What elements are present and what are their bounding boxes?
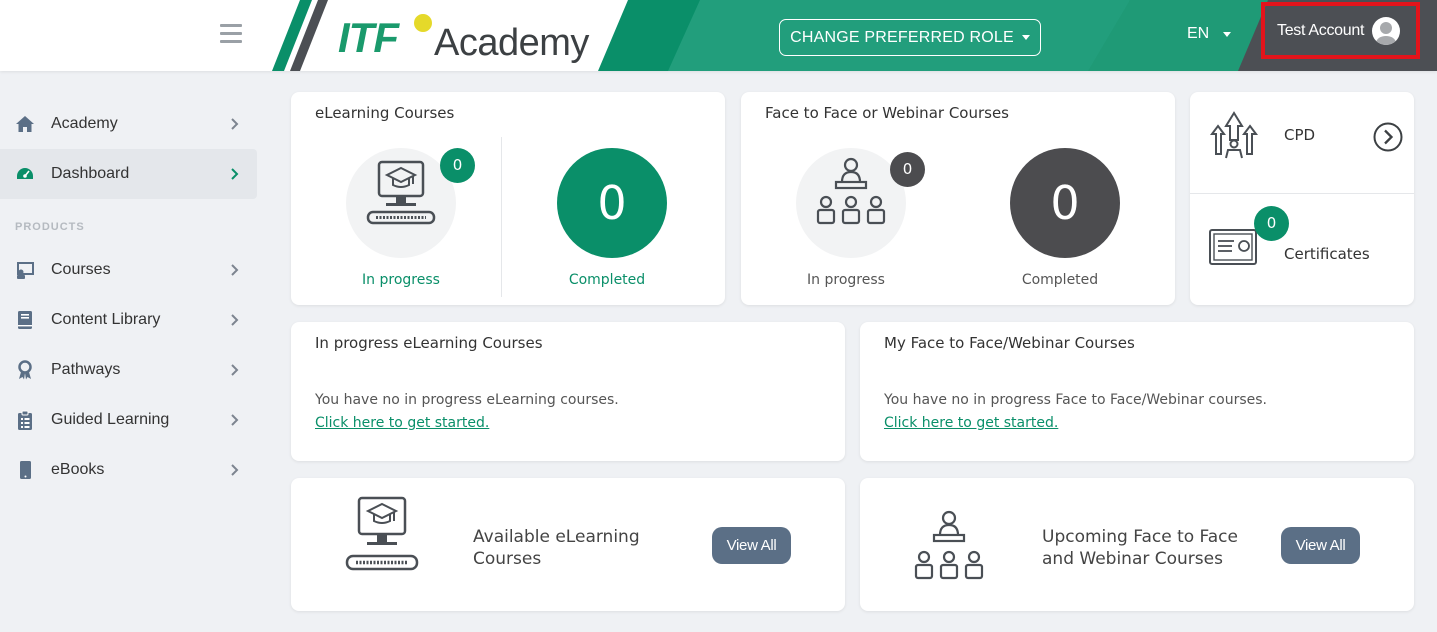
- circle-chevron-right-icon[interactable]: [1372, 121, 1404, 153]
- language-selector[interactable]: EN: [1187, 25, 1232, 43]
- sidebar-item-label: Courses: [51, 261, 111, 278]
- sidebar-item-pathways[interactable]: Pathways: [0, 345, 257, 395]
- view-all-f2f-button[interactable]: View All: [1281, 527, 1360, 564]
- card-title: eLearning Courses: [315, 104, 455, 122]
- sidebar-item-label: Academy: [51, 115, 118, 132]
- language-label: EN: [1187, 25, 1210, 42]
- logo-itf-text: ITF: [338, 14, 399, 61]
- sidebar-item-label: Dashboard: [51, 165, 130, 182]
- chevron-right-icon: [231, 264, 239, 276]
- home-icon: [16, 116, 34, 132]
- clipboard-icon: [18, 410, 32, 430]
- certificate-icon: [1209, 229, 1257, 265]
- change-role-button[interactable]: CHANGE PREFERRED ROLE: [779, 19, 1041, 56]
- empty-state-text: You have no in progress eLearning course…: [315, 392, 619, 408]
- card-title: Face to Face or Webinar Courses: [765, 104, 1009, 122]
- sidebar-item-label: Content Library: [51, 311, 161, 328]
- chevron-right-icon: [231, 414, 239, 426]
- in-progress-elearning-card: In progress eLearning Courses You have n…: [291, 322, 845, 461]
- ebook-icon: [20, 461, 31, 479]
- chevron-right-icon: [231, 168, 239, 180]
- account-menu[interactable]: Test Account: [1261, 2, 1420, 59]
- avatar-icon: [1372, 16, 1401, 45]
- get-started-link[interactable]: Click here to get started.: [884, 415, 1058, 431]
- elearning-completed-count: 0: [597, 176, 627, 230]
- sidebar-section-products: PRODUCTS: [15, 221, 85, 233]
- f2f-in-progress-badge: 0: [890, 152, 925, 187]
- chevron-right-icon: [231, 364, 239, 376]
- chevron-right-icon: [231, 464, 239, 476]
- my-f2f-courses-card: My Face to Face/Webinar Courses You have…: [860, 322, 1414, 461]
- get-started-link[interactable]: Click here to get started.: [315, 415, 489, 431]
- f2f-courses-card: Face to Face or Webinar Courses 0 In pro…: [741, 92, 1175, 305]
- cpd-icon: [1210, 111, 1258, 159]
- account-name: Test Account: [1277, 21, 1365, 39]
- promo-title-line1: Upcoming Face to Face: [1042, 527, 1238, 547]
- f2f-in-progress-label[interactable]: In progress: [776, 272, 916, 288]
- elearning-in-progress-badge: 0: [440, 148, 475, 183]
- courses-icon: [17, 262, 34, 279]
- sidebar-item-dashboard[interactable]: Dashboard: [0, 149, 257, 199]
- divider: [1190, 193, 1414, 194]
- menu-toggle-icon[interactable]: [220, 24, 242, 44]
- top-header: ITF Academy CHANGE PREFERRED ROLE EN Tes…: [0, 0, 1437, 71]
- change-role-label: CHANGE PREFERRED ROLE: [790, 28, 1014, 46]
- promo-title-line1: Available eLearning: [473, 527, 640, 547]
- chevron-right-icon: [231, 314, 239, 326]
- cpd-certificates-card: CPD 0 Certificates: [1190, 92, 1414, 305]
- caret-down-icon: [1021, 35, 1030, 40]
- cpd-label: CPD: [1284, 126, 1316, 144]
- view-all-elearning-button[interactable]: View All: [712, 527, 791, 564]
- sidebar-item-label: Guided Learning: [51, 411, 170, 428]
- sidebar-item-courses[interactable]: Courses: [0, 245, 257, 295]
- elearning-courses-card: eLearning Courses 0 In progress 0 Comple…: [291, 92, 725, 305]
- certificates-label[interactable]: Certificates: [1284, 245, 1370, 263]
- available-elearning-card: Available eLearning Courses View All: [291, 478, 845, 611]
- pathways-icon: [18, 360, 32, 380]
- f2f-completed-circle[interactable]: 0: [1010, 148, 1120, 258]
- promo-title-line2: Courses: [473, 549, 542, 569]
- sidebar-item-label: Pathways: [51, 361, 121, 378]
- upcoming-f2f-card: Upcoming Face to Face and Webinar Course…: [860, 478, 1414, 611]
- f2f-completed-count: 0: [1050, 176, 1080, 230]
- empty-state-text: You have no in progress Face to Face/Web…: [884, 392, 1267, 408]
- certificates-badge: 0: [1254, 206, 1289, 241]
- classroom-icon: [914, 510, 984, 580]
- sidebar-item-ebooks[interactable]: eBooks: [0, 445, 257, 495]
- book-icon: [18, 311, 32, 329]
- sidebar-item-content-library[interactable]: Content Library: [0, 295, 257, 345]
- elearning-completed-circle[interactable]: 0: [557, 148, 667, 258]
- elearning-in-progress-label[interactable]: In progress: [331, 272, 471, 288]
- chevron-right-icon: [231, 118, 239, 130]
- promo-title-line2: and Webinar Courses: [1042, 549, 1223, 569]
- caret-down-icon: [1223, 31, 1232, 37]
- elearning-monitor-icon: [345, 496, 419, 571]
- tennis-ball-icon: [412, 12, 434, 34]
- sidebar: Academy Dashboard PRODUCTS Courses Conte…: [0, 71, 270, 632]
- card-title: My Face to Face/Webinar Courses: [884, 334, 1135, 352]
- divider: [501, 137, 502, 297]
- sidebar-item-label: eBooks: [51, 461, 105, 478]
- elearning-completed-label[interactable]: Completed: [537, 272, 677, 288]
- logo-academy-text: Academy: [434, 22, 589, 64]
- f2f-completed-label[interactable]: Completed: [990, 272, 1130, 288]
- sidebar-item-guided-learning[interactable]: Guided Learning: [0, 395, 257, 445]
- card-title: In progress eLearning Courses: [315, 334, 543, 352]
- dashboard-icon: [17, 168, 33, 179]
- sidebar-item-academy[interactable]: Academy: [0, 99, 257, 149]
